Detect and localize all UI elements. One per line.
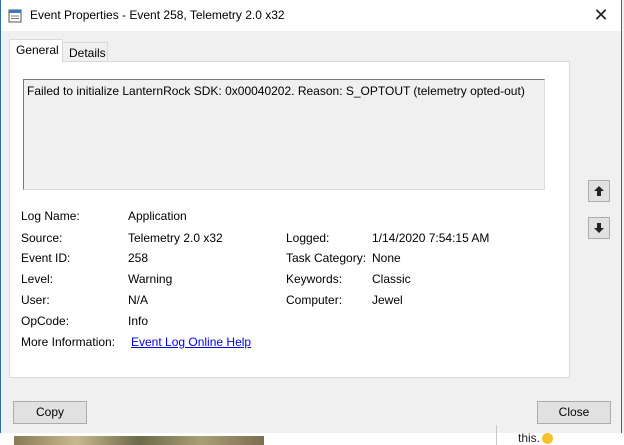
computer-label: Computer: <box>286 293 343 307</box>
task-category-label: Task Category: <box>286 251 367 265</box>
next-event-button[interactable] <box>588 217 610 239</box>
smiley-icon <box>542 433 554 445</box>
user-value: N/A <box>128 293 149 307</box>
keywords-value: Classic <box>372 272 411 286</box>
logged-value: 1/14/2020 7:54:15 AM <box>372 231 490 245</box>
computer-value: Jewel <box>372 293 403 307</box>
window-title: Event Properties - Event 258, Telemetry … <box>30 8 285 22</box>
logged-label: Logged: <box>286 231 330 245</box>
log-name-label: Log Name: <box>21 209 80 223</box>
event-properties-window: Event Properties - Event 258, Telemetry … <box>0 0 622 445</box>
tab-general[interactable]: General <box>9 39 63 62</box>
previous-event-button[interactable] <box>588 180 610 202</box>
event-id-label: Event ID: <box>21 251 71 265</box>
background-text-label: this. <box>518 431 541 445</box>
opcode-value: Info <box>128 314 149 328</box>
level-value: Warning <box>128 272 173 286</box>
event-log-online-help-link[interactable]: Event Log Online Help <box>131 335 251 349</box>
keywords-label: Keywords: <box>286 272 343 286</box>
opcode-label: OpCode: <box>21 314 70 328</box>
event-viewer-icon <box>8 9 22 23</box>
background-image <box>14 436 264 445</box>
event-id-value: 258 <box>128 251 149 265</box>
title-bar[interactable]: Event Properties - Event 258, Telemetry … <box>1 0 621 31</box>
source-value: Telemetry 2.0 x32 <box>128 231 223 245</box>
arrow-up-icon <box>594 186 604 196</box>
task-category-value: None <box>372 251 401 265</box>
event-message[interactable]: Failed to initialize LanternRock SDK: 0x… <box>23 79 545 190</box>
tab-details[interactable]: Details <box>62 42 108 63</box>
close-button[interactable]: Close <box>537 401 611 424</box>
level-label: Level: <box>21 272 54 286</box>
log-name-value: Application <box>128 209 187 223</box>
more-information-label: More Information: <box>21 335 116 349</box>
background-divider <box>496 425 497 445</box>
arrow-down-icon <box>594 223 604 233</box>
close-icon[interactable]: ✕ <box>589 3 613 27</box>
copy-button[interactable]: Copy <box>13 401 87 424</box>
source-label: Source: <box>21 231 63 245</box>
background-text: this. <box>518 431 554 445</box>
user-label: User: <box>21 293 50 307</box>
